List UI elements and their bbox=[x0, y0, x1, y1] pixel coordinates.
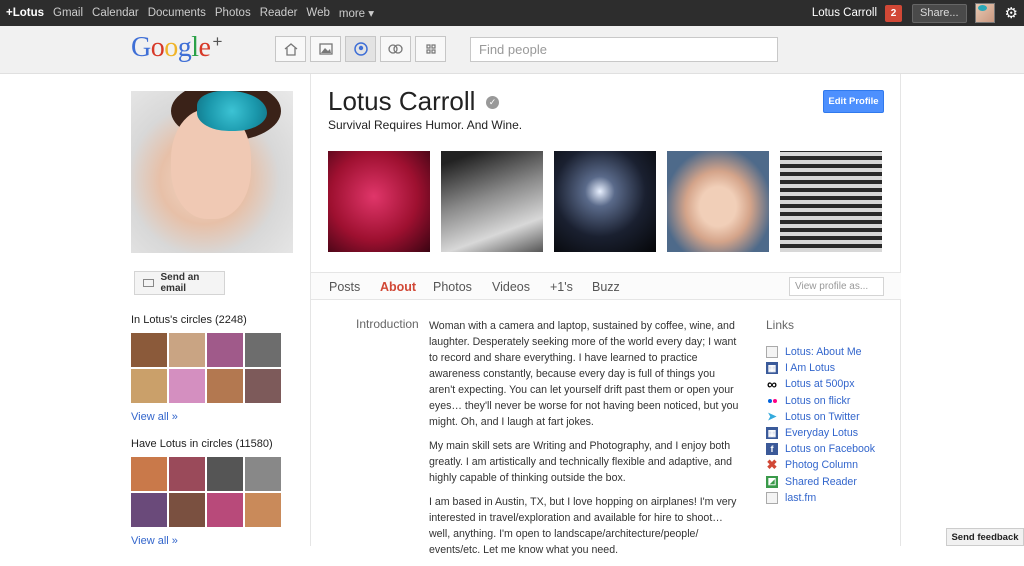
circle-avatar[interactable] bbox=[169, 457, 205, 491]
circle-avatar[interactable] bbox=[245, 333, 281, 367]
photo-thumb[interactable] bbox=[780, 151, 882, 252]
500px-icon: ∞ bbox=[767, 376, 777, 393]
link-flickr[interactable]: Lotus on flickr bbox=[766, 393, 875, 409]
tab-buzz[interactable]: Buzz bbox=[592, 280, 620, 294]
circle-avatar[interactable] bbox=[207, 369, 243, 403]
intro-paragraph: I am based in Austin, TX, but I love hop… bbox=[429, 496, 737, 556]
avatar[interactable] bbox=[974, 3, 995, 23]
topnav-documents[interactable]: Documents bbox=[148, 7, 206, 19]
top-bar: +Lotus Gmail Calendar Documents Photos R… bbox=[0, 0, 1024, 26]
circle-avatar[interactable] bbox=[131, 457, 167, 491]
gear-icon[interactable]: ⚙ bbox=[1005, 4, 1018, 22]
view-all-in-circles[interactable]: View all » bbox=[131, 411, 178, 423]
topnav-plus-lotus[interactable]: +Lotus bbox=[6, 7, 44, 19]
notification-count[interactable]: 2 bbox=[885, 4, 903, 22]
photos-icon[interactable] bbox=[310, 36, 341, 62]
link-lastfm[interactable]: last.fm bbox=[766, 490, 875, 506]
account-name[interactable]: Lotus Carroll bbox=[812, 7, 877, 19]
circle-avatar[interactable] bbox=[207, 457, 243, 491]
photo-strip bbox=[328, 151, 893, 252]
circle-avatar[interactable] bbox=[169, 493, 205, 527]
circle-avatar[interactable] bbox=[245, 369, 281, 403]
have-circles-grid bbox=[131, 457, 281, 527]
circle-avatar[interactable] bbox=[245, 457, 281, 491]
links-title: Links bbox=[766, 318, 795, 332]
tab-photos[interactable]: Photos bbox=[433, 280, 472, 294]
blog-icon: ▦ bbox=[766, 427, 778, 440]
share-button[interactable]: Share... bbox=[912, 3, 967, 23]
left-column: Send an email In Lotus's circles (2248) … bbox=[0, 74, 311, 547]
send-email-button[interactable]: Send an email bbox=[134, 271, 225, 295]
in-circles-grid bbox=[131, 333, 281, 403]
photo-thumb[interactable] bbox=[554, 151, 656, 252]
circle-avatar[interactable] bbox=[131, 493, 167, 527]
main-nav bbox=[275, 36, 450, 62]
topnav-more[interactable]: more ▾ bbox=[339, 6, 374, 20]
circle-avatar[interactable] bbox=[169, 369, 205, 403]
intro-paragraph: Woman with a camera and laptop, sustaine… bbox=[429, 320, 739, 428]
circle-avatar[interactable] bbox=[131, 333, 167, 367]
circle-avatar[interactable] bbox=[207, 333, 243, 367]
search-input[interactable]: Find people bbox=[470, 37, 778, 62]
circle-avatar[interactable] bbox=[207, 493, 243, 527]
view-all-have-circles[interactable]: View all » bbox=[131, 535, 178, 547]
links-list: Lotus: About Me ▦ I Am Lotus ∞ Lotus at 50… bbox=[766, 344, 875, 506]
introduction: Woman with a camera and laptop, sustaine… bbox=[429, 318, 743, 566]
link-i-am-lotus[interactable]: ▦ I Am Lotus bbox=[766, 360, 875, 376]
header: Google + Find people bbox=[0, 26, 1024, 74]
link-twitter[interactable]: ➤ Lotus on Twitter bbox=[766, 409, 875, 425]
games-icon[interactable] bbox=[415, 36, 446, 62]
blog-icon: ▦ bbox=[766, 362, 778, 375]
intro-label: Introduction bbox=[356, 317, 419, 331]
link-shared-reader[interactable]: ◩ Shared Reader bbox=[766, 474, 875, 490]
profile-name: Lotus Carroll bbox=[328, 86, 476, 116]
photo-thumb[interactable] bbox=[328, 151, 430, 252]
page-icon bbox=[766, 491, 778, 504]
flickr-icon bbox=[766, 395, 778, 407]
photo-thumb[interactable] bbox=[667, 151, 769, 252]
circle-avatar[interactable] bbox=[131, 369, 167, 403]
verified-icon: ✓ bbox=[486, 96, 499, 109]
cross-icon: ✖ bbox=[766, 457, 778, 473]
home-icon[interactable] bbox=[275, 36, 306, 62]
google-plus-logo[interactable]: Google + bbox=[131, 32, 222, 64]
tab-about[interactable]: About bbox=[380, 280, 416, 294]
tab-posts[interactable]: Posts bbox=[329, 280, 360, 294]
topnav-calendar[interactable]: Calendar bbox=[92, 7, 139, 19]
profile-tagline: Survival Requires Humor. And Wine. bbox=[328, 118, 523, 132]
divider bbox=[900, 74, 901, 546]
topnav-gmail[interactable]: Gmail bbox=[53, 7, 83, 19]
link-facebook[interactable]: f Lotus on Facebook bbox=[766, 441, 875, 457]
have-circles-title: Have Lotus in circles (11580) bbox=[131, 438, 273, 450]
top-nav: +Lotus Gmail Calendar Documents Photos R… bbox=[0, 0, 374, 26]
link-everyday-lotus[interactable]: ▦ Everyday Lotus bbox=[766, 425, 875, 441]
edit-profile-button[interactable]: Edit Profile bbox=[823, 90, 884, 113]
topnav-reader[interactable]: Reader bbox=[260, 7, 298, 19]
reader-icon: ◩ bbox=[766, 475, 778, 488]
intro-paragraph: My main skill sets are Writing and Photo… bbox=[429, 440, 733, 484]
send-feedback-button[interactable]: Send feedback bbox=[946, 528, 1024, 546]
circle-avatar[interactable] bbox=[169, 333, 205, 367]
page-icon bbox=[766, 346, 778, 359]
twitter-icon: ➤ bbox=[767, 411, 777, 424]
in-circles-title: In Lotus's circles (2248) bbox=[131, 314, 247, 326]
tab-videos[interactable]: Videos bbox=[492, 280, 530, 294]
profile-photo[interactable] bbox=[131, 91, 293, 253]
top-right: Lotus Carroll 2 Share... ⚙ bbox=[812, 0, 1024, 26]
circle-avatar[interactable] bbox=[245, 493, 281, 527]
circles-icon[interactable] bbox=[380, 36, 411, 62]
link-about-me[interactable]: Lotus: About Me bbox=[766, 344, 875, 360]
tab-plusones[interactable]: +1's bbox=[550, 280, 573, 294]
profile-icon[interactable] bbox=[345, 36, 376, 62]
view-profile-as-input[interactable]: View profile as... bbox=[789, 277, 884, 296]
facebook-icon: f bbox=[766, 443, 778, 456]
link-500px[interactable]: ∞ Lotus at 500px bbox=[766, 376, 875, 392]
photo-thumb[interactable] bbox=[441, 151, 543, 252]
envelope-icon bbox=[143, 279, 154, 287]
topnav-web[interactable]: Web bbox=[306, 7, 329, 19]
link-photog-column[interactable]: ✖ Photog Column bbox=[766, 457, 875, 473]
topnav-photos[interactable]: Photos bbox=[215, 7, 251, 19]
